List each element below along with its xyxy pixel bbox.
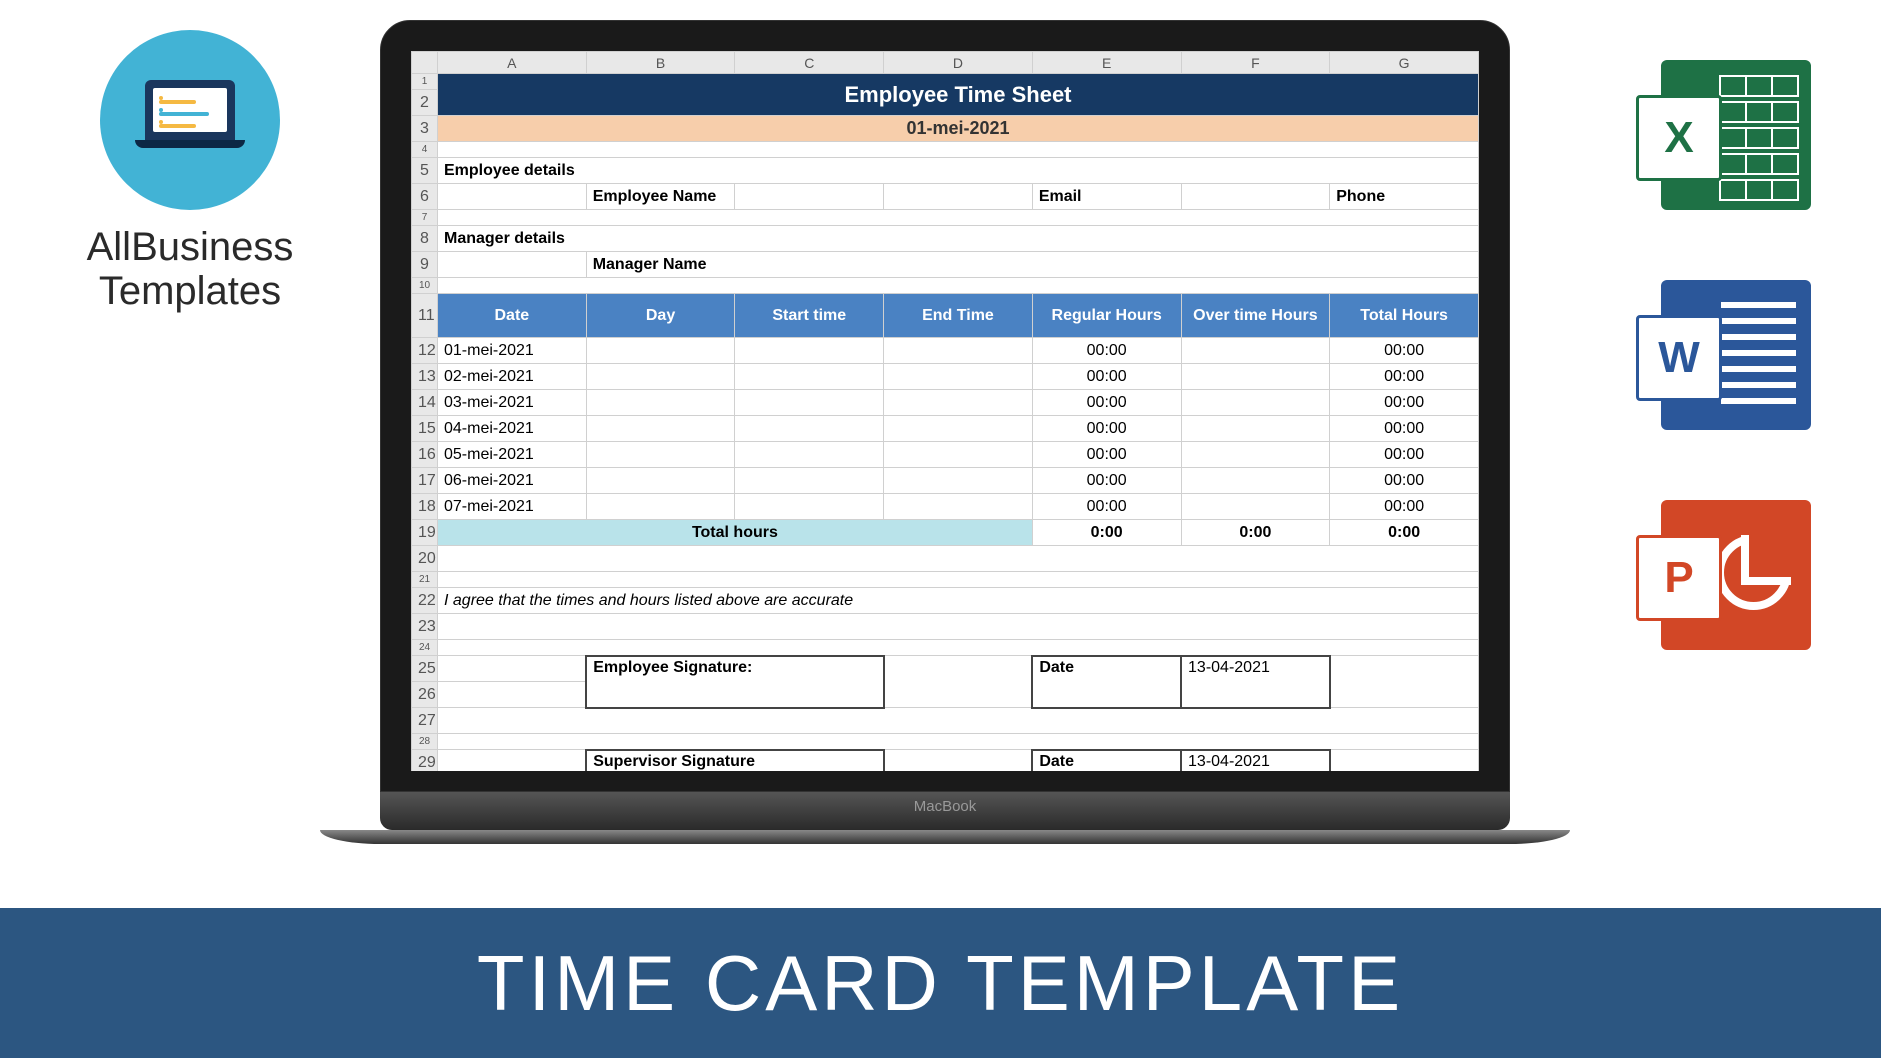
employee-details-label: Employee details (438, 158, 1479, 184)
excel-icon: X (1661, 60, 1811, 210)
date-label-2: Date (1032, 750, 1181, 772)
manager-details-label: Manager details (438, 226, 1479, 252)
supervisor-signature-label: Supervisor Signature (586, 750, 883, 772)
spreadsheet: ABCDEFG 1Employee Time Sheet 2 301-mei-2… (411, 51, 1479, 771)
word-icon: W (1661, 280, 1811, 430)
table-row: 13 02-mei-2021 00:00 00:00 (412, 364, 1479, 390)
phone-label: Phone (1330, 184, 1479, 210)
period-date: 01-mei-2021 (438, 116, 1479, 142)
employee-signature-label: Employee Signature: (586, 656, 883, 708)
format-icons: X W P (1661, 60, 1811, 650)
table-row: 14 03-mei-2021 00:00 00:00 (412, 390, 1479, 416)
manager-name-label: Manager Name (586, 252, 1478, 278)
laptop-mockup: ABCDEFG 1Employee Time Sheet 2 301-mei-2… (380, 20, 1510, 844)
logo-laptop-icon (135, 80, 245, 160)
table-row: 16 05-mei-2021 00:00 00:00 (412, 442, 1479, 468)
brand-logo: AllBusinessTemplates (60, 30, 320, 313)
table-row: 18 07-mei-2021 00:00 00:00 (412, 494, 1479, 520)
employee-name-label: Employee Name (586, 184, 735, 210)
email-label: Email (1032, 184, 1181, 210)
table-row: 15 04-mei-2021 00:00 00:00 (412, 416, 1479, 442)
table-header-row: 11 DateDayStart timeEnd TimeRegular Hour… (412, 294, 1479, 338)
date-label-1: Date (1032, 656, 1181, 708)
brand-name: AllBusinessTemplates (60, 225, 320, 313)
table-row: 12 01-mei-2021 00:00 00:00 (412, 338, 1479, 364)
table-row: 17 06-mei-2021 00:00 00:00 (412, 468, 1479, 494)
agreement-text: I agree that the times and hours listed … (438, 588, 1479, 614)
powerpoint-icon: P (1661, 500, 1811, 650)
supervisor-sig-date: 13-04-2021 (1181, 750, 1330, 772)
sheet-title: Employee Time Sheet (438, 74, 1479, 116)
macbook-base (320, 830, 1570, 844)
total-row: 19 Total hours 0:00 0:00 0:00 (412, 520, 1479, 546)
employee-sig-date: 13-04-2021 (1181, 656, 1330, 708)
logo-circle-icon (100, 30, 280, 210)
column-headers: ABCDEFG (412, 52, 1479, 74)
macbook-label: MacBook (380, 792, 1510, 830)
title-banner: TIME CARD TEMPLATE (0, 908, 1881, 1058)
